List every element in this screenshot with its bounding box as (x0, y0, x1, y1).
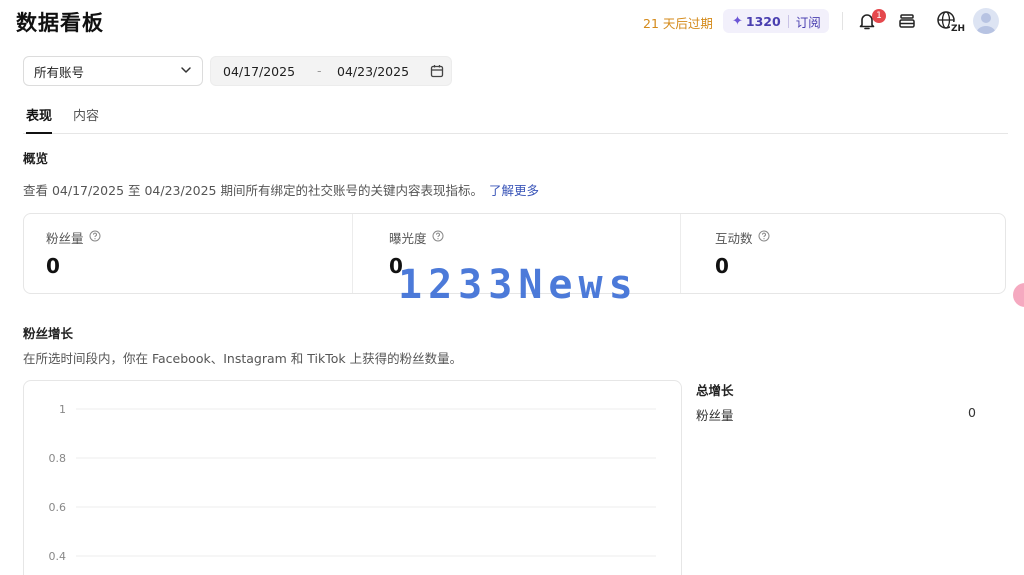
subscribe-label: 订阅 (795, 14, 821, 30)
help-icon[interactable] (89, 230, 101, 245)
avatar[interactable] (973, 8, 999, 34)
tab-content[interactable]: 内容 (73, 105, 99, 134)
top-bar: 数据看板 21 天后过期 ✦ 1320 订阅 1 ZH (0, 0, 1024, 44)
language-code: ZH (951, 24, 965, 33)
chart-y-tick-label: 0.8 (49, 452, 67, 465)
chart-y-tick-label: 0.6 (49, 501, 67, 514)
metric-followers: 粉丝量 0 (24, 214, 352, 293)
chart-canvas: 1 0.8 0.6 0.4 (49, 403, 656, 563)
language-globe-icon[interactable]: ZH (934, 8, 966, 34)
credits-subscribe-button[interactable]: ✦ 1320 订阅 (723, 9, 829, 33)
divider (842, 12, 843, 30)
metric-engagements: 互动数 0 (680, 214, 1007, 293)
total-growth-value: 0 (968, 405, 976, 420)
credits-amount: 1320 (745, 13, 781, 29)
page-title: 数据看板 (16, 11, 104, 35)
date-separator: - (317, 63, 322, 78)
layers-icon[interactable] (894, 8, 920, 34)
metric-label: 互动数 (715, 228, 770, 247)
total-growth-title: 总增长 (696, 383, 734, 398)
chevron-down-icon (180, 64, 192, 79)
metric-label: 曝光度 (389, 228, 444, 247)
tab-bar: 表现 内容 (23, 104, 1008, 134)
help-icon[interactable] (432, 230, 444, 245)
overview-description-text: 查看 04/17/2025 至 04/23/2025 期间所有绑定的社交账号的关… (23, 183, 483, 198)
metric-label: 粉丝量 (46, 228, 101, 247)
floating-assistant-button[interactable] (1013, 283, 1024, 307)
metric-value: 0 (46, 254, 60, 278)
follower-growth-chart: 1 0.8 0.6 0.4 (23, 380, 682, 575)
tab-performance[interactable]: 表现 (26, 105, 53, 134)
calendar-icon[interactable] (430, 64, 444, 81)
chart-y-tick-label: 0.4 (49, 550, 67, 563)
notification-badge: 1 (872, 9, 886, 23)
chart-y-tick-label: 1 (59, 403, 66, 416)
metric-label-text: 互动数 (715, 231, 753, 246)
metric-label-text: 粉丝量 (46, 231, 84, 246)
help-icon[interactable] (758, 230, 770, 245)
metric-value: 0 (715, 254, 729, 278)
follower-growth-heading: 粉丝增长 (23, 326, 74, 341)
account-select-value: 所有账号 (34, 64, 85, 80)
learn-more-link[interactable]: 了解更多 (489, 183, 539, 198)
date-start[interactable]: 04/17/2025 (223, 64, 295, 79)
account-select[interactable]: 所有账号 (23, 56, 203, 86)
overview-description: 查看 04/17/2025 至 04/23/2025 期间所有绑定的社交账号的关… (23, 180, 539, 199)
sparkle-icon: ✦ (732, 13, 743, 29)
date-range-picker[interactable]: 04/17/2025 - 04/23/2025 (210, 56, 452, 86)
total-growth-row: 粉丝量 0 (696, 405, 986, 423)
watermark-logo: 1233News (398, 262, 639, 308)
total-growth-panel: 总增长 粉丝量 0 (696, 380, 986, 423)
trial-expiry-text[interactable]: 21 天后过期 (643, 13, 713, 32)
divider (787, 14, 789, 28)
date-end[interactable]: 04/23/2025 (337, 64, 409, 79)
follower-growth-description: 在所选时间段内，你在 Facebook、Instagram 和 TikTok 上… (23, 351, 463, 366)
total-growth-label: 粉丝量 (696, 408, 734, 423)
overview-heading: 概览 (23, 151, 49, 166)
metric-label-text: 曝光度 (389, 231, 427, 246)
